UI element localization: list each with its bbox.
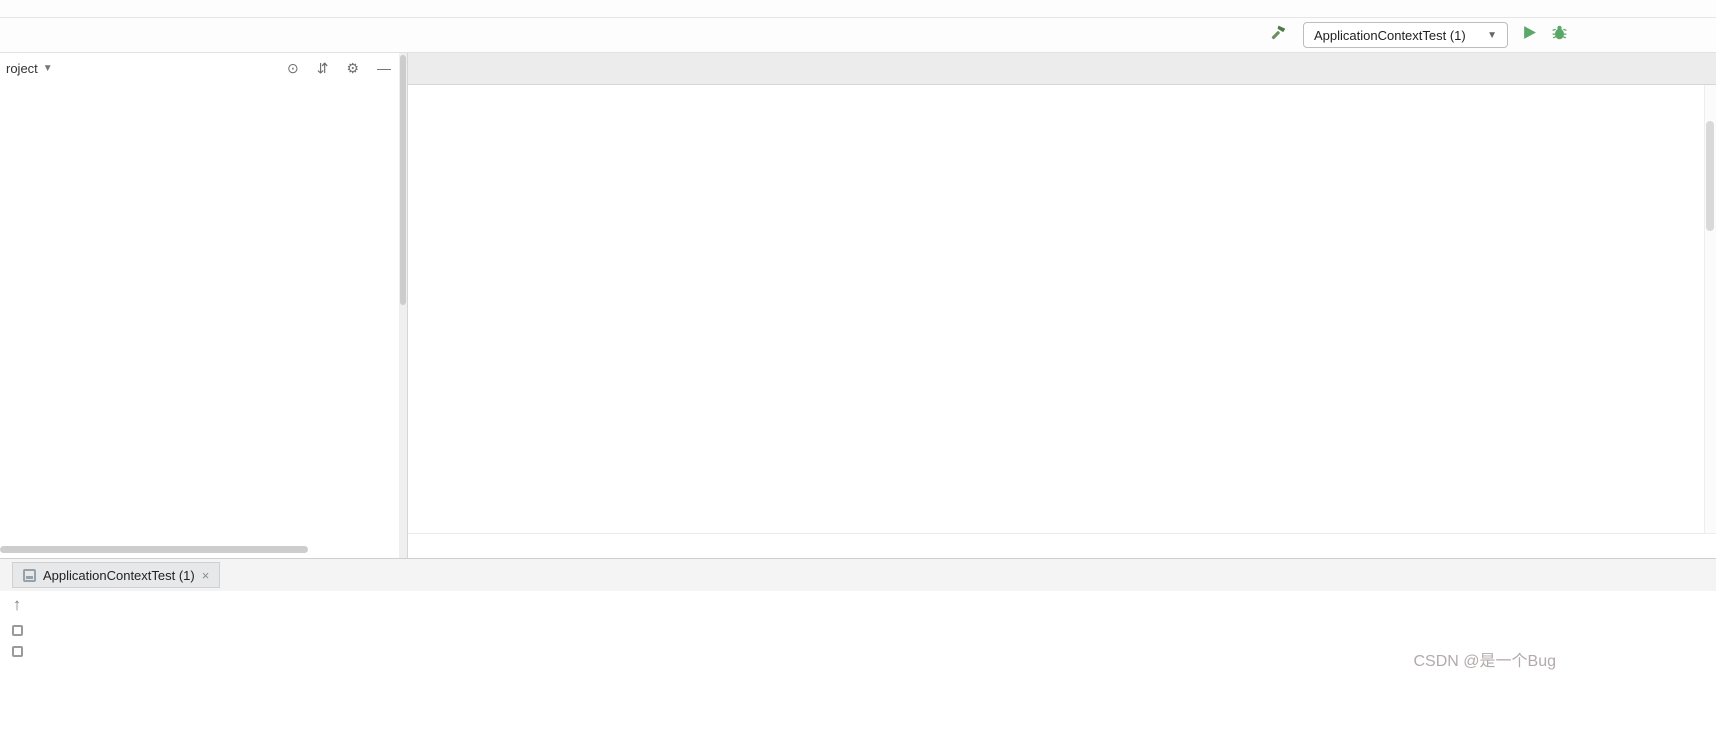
run-tab[interactable]: ApplicationContextTest (1) × xyxy=(12,562,220,588)
navigation-bar: ApplicationContextTest (1) ▼ xyxy=(0,18,1716,53)
editor-scrollbar[interactable] xyxy=(1704,85,1716,533)
code-editor[interactable] xyxy=(408,85,1716,533)
chevron-down-icon[interactable]: ▼ xyxy=(43,63,53,74)
tree-horizontal-scrollbar[interactable] xyxy=(0,546,308,553)
tool-window-icon xyxy=(23,569,36,582)
menu-bar xyxy=(0,0,1716,18)
watermark: CSDN @是一个Bug xyxy=(1414,647,1557,671)
run-tab-row: ApplicationContextTest (1) × xyxy=(0,559,1716,591)
run-configuration-label: ApplicationContextTest (1) xyxy=(1314,28,1466,43)
build-hammer-icon[interactable] xyxy=(1270,23,1289,47)
debug-button[interactable] xyxy=(1551,24,1568,46)
hide-panel-icon[interactable]: — xyxy=(377,60,391,77)
console-option-icon[interactable] xyxy=(12,625,23,636)
console-list-icon[interactable] xyxy=(12,646,23,657)
chevron-down-icon: ▼ xyxy=(1487,30,1497,41)
main-area: roject ▼ ⊙ ⇵ ⚙ — xyxy=(0,53,1716,558)
gear-icon[interactable]: ⚙ xyxy=(346,60,359,77)
locate-file-icon[interactable]: ⊙ xyxy=(287,60,299,77)
run-button[interactable] xyxy=(1522,25,1537,45)
toolbar-right: ApplicationContextTest (1) ▼ xyxy=(1270,22,1568,48)
project-panel-header: roject ▼ ⊙ ⇵ ⚙ — xyxy=(0,53,407,83)
project-panel-title[interactable]: roject xyxy=(6,61,38,76)
console-output[interactable] xyxy=(0,591,1716,595)
tree-scrollbar[interactable] xyxy=(399,53,407,558)
project-panel-toolbar: ⊙ ⇵ ⚙ — xyxy=(287,60,391,77)
collapse-all-icon[interactable]: ⇵ xyxy=(317,60,329,77)
project-tool-window: roject ▼ ⊙ ⇵ ⚙ — xyxy=(0,53,408,558)
scroll-to-top-icon[interactable]: ↑ xyxy=(13,595,22,615)
close-tab-icon[interactable]: × xyxy=(202,568,210,583)
editor-column xyxy=(408,53,1716,558)
run-tab-label: ApplicationContextTest (1) xyxy=(43,568,195,583)
editor-tab-bar xyxy=(408,53,1716,85)
run-configuration-select[interactable]: ApplicationContextTest (1) ▼ xyxy=(1303,22,1508,48)
console-toolbar: ↑ xyxy=(0,595,34,657)
editor-breadcrumb xyxy=(408,533,1716,558)
run-tool-window: ApplicationContextTest (1) × ↑ CSDN @是一个… xyxy=(0,558,1716,737)
